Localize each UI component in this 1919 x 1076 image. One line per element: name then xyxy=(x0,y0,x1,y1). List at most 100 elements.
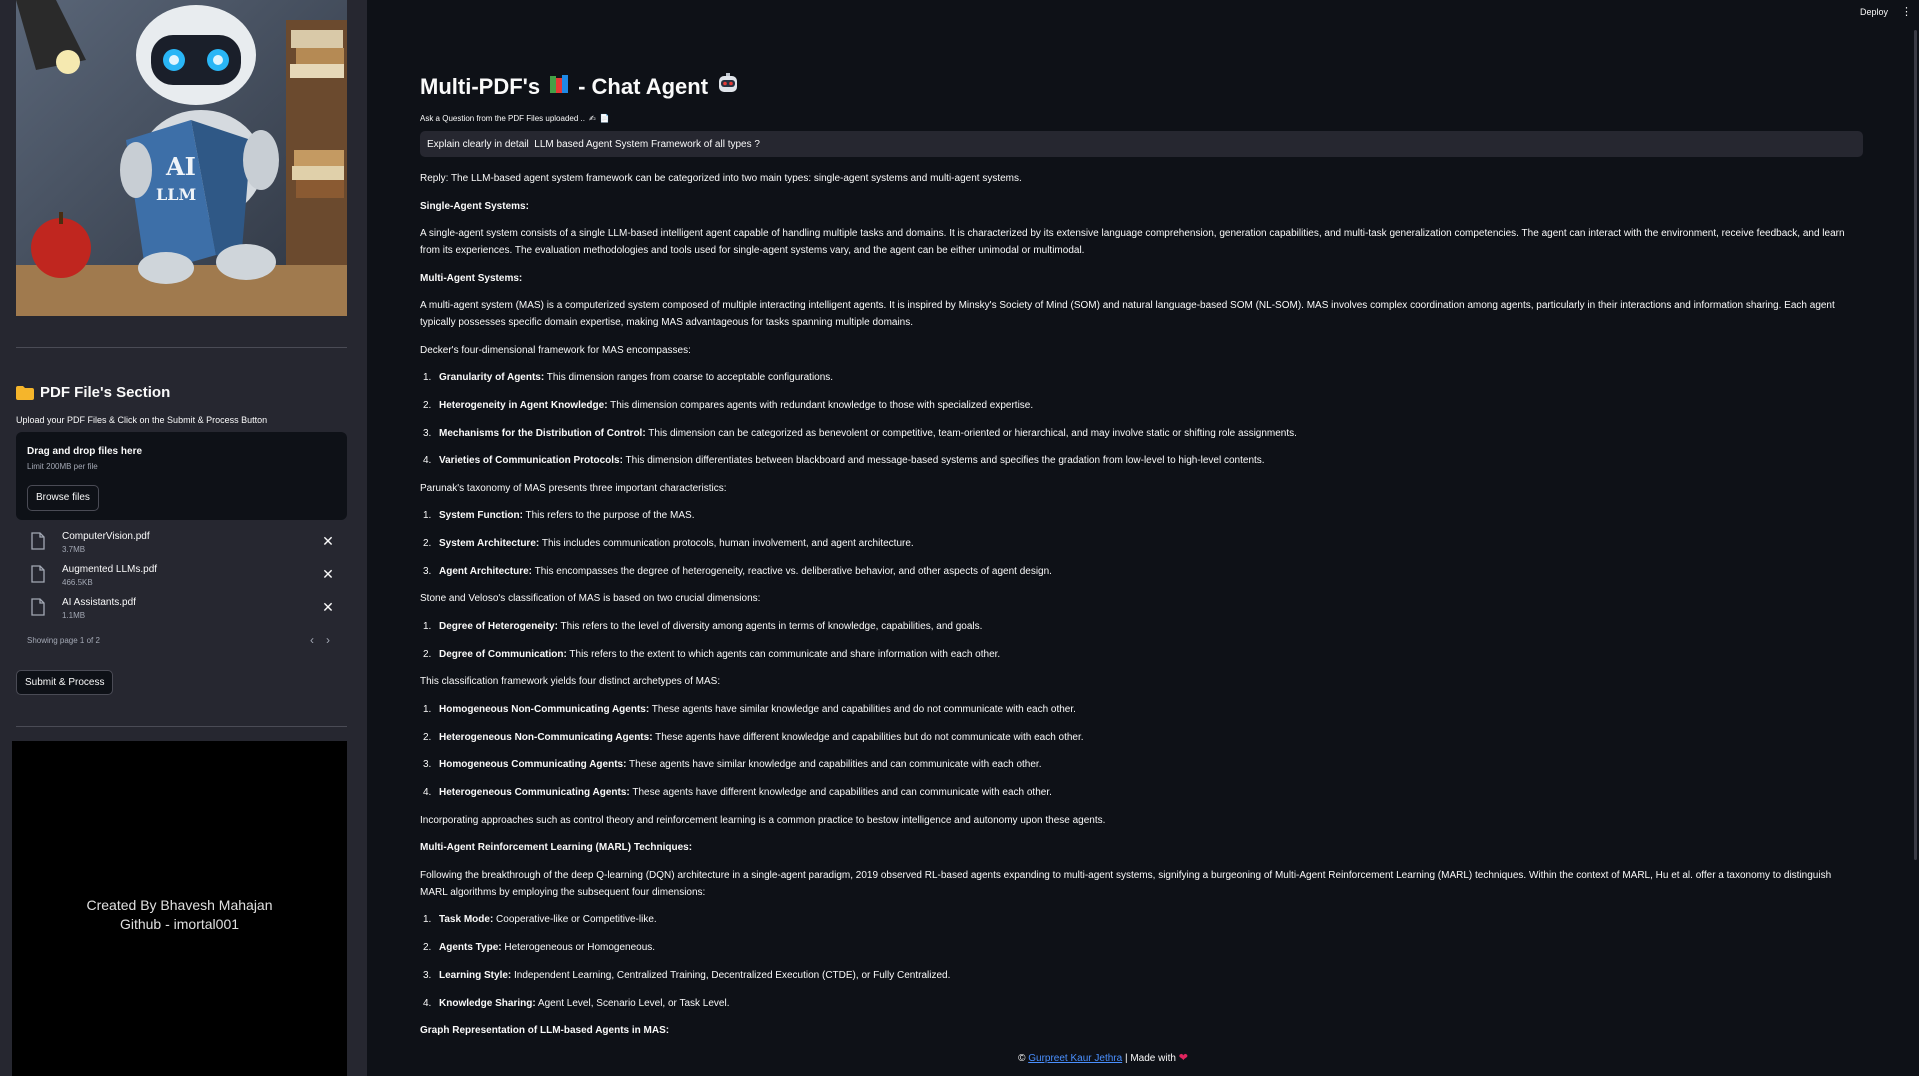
dropzone-title: Drag and drop files here xyxy=(27,446,143,457)
list-item-description: This encompasses the degree of heterogen… xyxy=(531,565,1052,577)
list-item-description: This dimension differentiates between bl… xyxy=(622,455,1265,467)
list-item-description: This dimension ranges from coarse to acc… xyxy=(544,372,834,383)
list-item: 3. Homogeneous Communicating Agents: Thes… xyxy=(420,756,1845,773)
list-item: 4. Knowledge Sharing: Agent Level, Scenar… xyxy=(420,995,1845,1012)
list-item: 3. Learning Style: Independent Learning, … xyxy=(420,967,1845,984)
submit-process-button[interactable]: Submit & Process xyxy=(16,670,114,695)
list-item-description: Cooperative-like or Competitive-like. xyxy=(493,914,657,926)
paragraph-marl: Following the breakthrough of the deep Q… xyxy=(420,869,1832,898)
footer: © Gurpreet Kaur Jethra | Made with ❤ xyxy=(0,1051,1919,1064)
close-icon[interactable]: ✕ xyxy=(321,567,335,581)
list-item-term: Learning Style: xyxy=(439,969,512,981)
upload-hint: Upload your PDF Files & Click on the Sub… xyxy=(16,415,268,425)
file-name: AI Assistants.pdf xyxy=(62,597,136,608)
heart-icon: ❤ xyxy=(1178,1052,1188,1064)
scrollbar[interactable] xyxy=(1914,30,1917,860)
paragraph-parunak: Parunak's taxonomy of MAS presents three… xyxy=(420,482,727,494)
list-item-number: 2. xyxy=(423,399,432,411)
list-item-number: 4. xyxy=(423,455,432,467)
list-item: 1. Task Mode: Cooperative-like or Competi… xyxy=(420,911,1845,928)
close-icon[interactable]: ✕ xyxy=(321,600,335,614)
list-item-number: 2. xyxy=(423,731,432,743)
list-item-number: 1. xyxy=(423,703,432,715)
answer-content: Reply: The LLM-based agent system framew… xyxy=(420,170,1845,1050)
list-item: 1. Degree of Heterogeneity: This refers t… xyxy=(420,618,1845,635)
list-item-description: Agent Level, Scenario Level, or Task Lev… xyxy=(535,997,730,1009)
list-item-term: Homogeneous Communicating Agents: xyxy=(439,759,627,771)
list-item-term: Heterogeneous Communicating Agents: xyxy=(439,787,630,799)
list-item: 2. Heterogeneity in Agent Knowledge: This… xyxy=(420,397,1845,414)
list-item-description: This refers to the extent to which agent… xyxy=(566,648,1001,660)
close-icon[interactable]: ✕ xyxy=(321,534,335,548)
list-item: 4. Varieties of Communication Protocols: … xyxy=(420,452,1845,469)
list-item-description: This dimension can be categorized as ben… xyxy=(645,427,1297,439)
robot-reading-image: AI LLM xyxy=(16,0,347,316)
list-item-term: Knowledge Sharing: xyxy=(439,997,536,1009)
paragraph-incorporating: Incorporating approaches such as control… xyxy=(420,814,1106,826)
heading-single-agent: Single-Agent Systems: xyxy=(420,200,529,212)
more-menu-icon[interactable]: ⋮ xyxy=(1901,5,1912,18)
paragraph-decker: Decker's four-dimensional framework for … xyxy=(420,344,691,356)
file-name: ComputerVision.pdf xyxy=(62,531,150,542)
list-item: 2. System Architecture: This includes com… xyxy=(420,535,1845,552)
list-parunak: 1. System Function: This refers to the pu… xyxy=(420,507,1845,580)
pdf-section-title: PDF File's Section xyxy=(16,384,170,401)
list-item-term: Agent Architecture: xyxy=(439,565,532,577)
file-name: Augmented LLMs.pdf xyxy=(62,564,158,575)
heading-marl: Multi-Agent Reinforcement Learning (MARL… xyxy=(420,842,693,854)
paragraph-stone: Stone and Veloso's classification of MAS… xyxy=(420,593,761,605)
list-item: 1. System Function: This refers to the pu… xyxy=(420,507,1845,524)
file-size: 3.7MB xyxy=(62,545,86,554)
list-item-number: 2. xyxy=(423,941,432,953)
heading-multi-agent: Multi-Agent Systems: xyxy=(420,272,523,284)
file-icon xyxy=(31,598,45,616)
file-dropzone[interactable]: Drag and drop files here Limit 200MB per… xyxy=(16,432,347,520)
credit-box: Created By Bhavesh Mahajan Github - imor… xyxy=(12,741,347,1076)
question-input[interactable] xyxy=(420,131,1863,157)
folder-icon xyxy=(16,385,34,400)
copyright-symbol: © xyxy=(1018,1053,1026,1064)
list-item: 4. Heterogeneous Communicating Agents: Th… xyxy=(420,784,1845,801)
ask-label-text: Ask a Question from the PDF Files upload… xyxy=(420,114,585,123)
list-marl: 1. Task Mode: Cooperative-like or Competi… xyxy=(420,911,1845,1011)
list-item-term: Mechanisms for the Distribution of Contr… xyxy=(439,427,646,439)
paragraph-archetypes: This classification framework yields fou… xyxy=(420,676,721,688)
list-item-description: These agents have different knowledge an… xyxy=(629,787,1052,799)
file-size: 1.1MB xyxy=(62,611,86,620)
list-item-description: These agents have similar knowledge and … xyxy=(649,703,1076,715)
sidebar: AI LLM PDF File's Section Upload your PD… xyxy=(0,0,367,1076)
credit-github: Github - imortal001 xyxy=(119,915,240,932)
pager-text: Showing page 1 of 2 xyxy=(27,636,100,645)
chevron-left-icon[interactable]: ‹ xyxy=(306,633,318,647)
author-link[interactable]: Gurpreet Kaur Jethra xyxy=(1028,1053,1122,1064)
list-item-description: Independent Learning, Centralized Traini… xyxy=(511,969,951,981)
deploy-button[interactable]: Deploy xyxy=(1860,7,1888,17)
list-item-term: Heterogeneous Non-Communicating Agents: xyxy=(439,731,653,743)
answer-reply: Reply: The LLM-based agent system framew… xyxy=(420,173,1022,184)
list-item-description: This refers to the level of diversity am… xyxy=(557,620,983,632)
list-item-term: Task Mode: xyxy=(439,914,494,926)
list-item: 2. Agents Type: Heterogeneous or Homogene… xyxy=(420,939,1845,956)
list-item-term: Degree of Communication: xyxy=(439,648,567,660)
list-item-description: This includes communication protocols, h… xyxy=(539,538,914,550)
svg-text:AI: AI xyxy=(165,152,196,181)
credit-author: Created By Bhavesh Mahajan xyxy=(86,896,273,913)
sidebar-divider-bottom xyxy=(16,726,347,727)
list-item-number: 3. xyxy=(423,565,432,577)
list-item-term: System Architecture: xyxy=(439,538,540,550)
file-size: 466.5KB xyxy=(62,578,93,587)
list-item: 2. Degree of Communication: This refers t… xyxy=(420,646,1845,663)
ask-label: Ask a Question from the PDF Files upload… xyxy=(420,114,610,123)
list-archetypes: 1. Homogeneous Non-Communicating Agents: … xyxy=(420,701,1845,801)
chevron-right-icon[interactable]: › xyxy=(322,633,334,647)
list-item-number: 1. xyxy=(423,372,432,383)
page-title-part1: Multi-PDF's xyxy=(420,74,541,99)
list-item-number: 1. xyxy=(423,914,432,926)
uploaded-file-row: AI Assistants.pdf 1.1MB ✕ xyxy=(16,594,347,627)
browse-files-button[interactable]: Browse files xyxy=(27,485,99,511)
list-item: 3. Agent Architecture: This encompasses t… xyxy=(420,563,1845,580)
list-item-term: Homogeneous Non-Communicating Agents: xyxy=(439,703,650,715)
list-item: 1. Homogeneous Non-Communicating Agents: … xyxy=(420,701,1845,718)
list-item-term: Agents Type: xyxy=(439,941,502,953)
file-icon xyxy=(31,532,45,550)
